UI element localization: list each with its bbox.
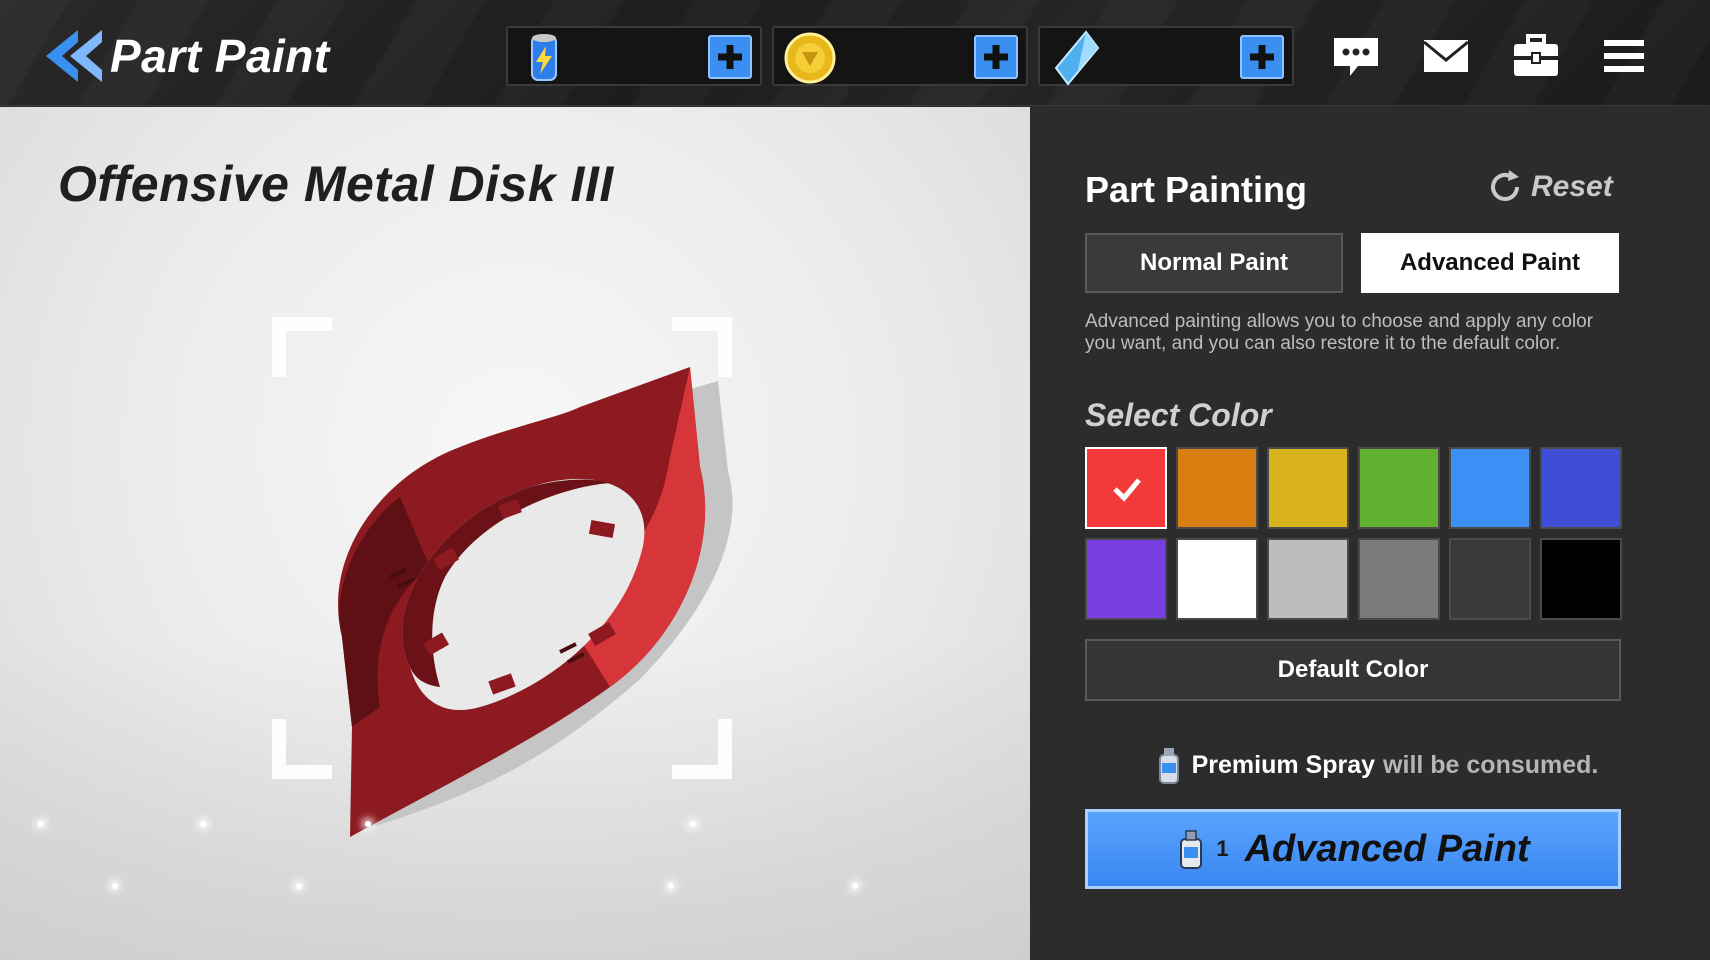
gold-coin-icon [784,32,836,84]
page-title: Part Paint [110,30,330,82]
energy-can-icon [531,34,557,81]
currency-crystal [1038,26,1294,86]
chat-icon[interactable] [1330,30,1382,82]
checkmark-icon [1113,478,1141,502]
panel-title: Part Painting [1085,169,1308,210]
part-preview[interactable]: Offensive Metal Disk III [0,107,1030,960]
sparkle [365,821,371,827]
color-swatch[interactable] [1267,447,1349,529]
paint-panel: Part Painting Reset Normal Paint Advance… [1031,107,1710,960]
color-swatch[interactable] [1540,538,1622,620]
color-swatch[interactable] [1449,447,1531,529]
part-name: Offensive Metal Disk III [58,156,614,212]
paint-description: Advanced painting allows you to choose a… [1085,311,1594,354]
consume-note: will be consumed. [1383,750,1599,779]
sparkle [112,883,118,889]
color-swatch[interactable] [1358,447,1440,529]
mail-icon[interactable] [1420,30,1472,82]
double-chevron-left-icon [46,30,102,82]
back-button[interactable] [44,28,106,84]
reset-label: Reset [1531,170,1613,203]
color-swatch[interactable] [1085,447,1167,529]
color-swatch[interactable] [1085,538,1167,620]
tab-normal-paint[interactable]: Normal Paint [1085,233,1343,293]
color-swatch[interactable] [1267,538,1349,620]
add-energy-button[interactable] [708,35,752,79]
toolbox-icon[interactable] [1510,30,1562,82]
color-swatch[interactable] [1449,538,1531,620]
consume-item-name: Premium Spray [1191,750,1376,779]
metal-disk-model [338,367,733,837]
sparkle [690,821,696,827]
sparkle [200,821,206,827]
refresh-icon [1491,170,1519,201]
add-crystal-button[interactable] [1240,35,1284,79]
currency-gold-coin [772,26,1028,86]
cost-count: 1 [1216,836,1229,861]
color-swatch[interactable] [1358,538,1440,620]
sparkle [38,821,44,827]
color-swatch[interactable] [1176,538,1258,620]
sparkle [852,883,858,889]
spray-can-icon [1158,748,1179,784]
currency-energy-can [506,26,762,86]
color-swatch[interactable] [1540,447,1622,529]
spray-can-icon [1180,830,1203,869]
tab-advanced-paint[interactable]: Advanced Paint [1361,233,1619,293]
add-gold-button[interactable] [974,35,1018,79]
sparkle [668,883,674,889]
select-color-label: Select Color [1085,397,1272,433]
top-bar: Part Paint [0,0,1710,106]
apply-label: Advanced Paint [1244,827,1530,870]
consume-notice: Premium Spray will be consumed. [1131,743,1621,787]
blue-crystal-icon [1054,30,1100,86]
advanced-paint-button[interactable]: 1 Advanced Paint [1085,809,1621,889]
default-color-button[interactable]: Default Color [1085,639,1621,701]
menu-icon[interactable] [1598,30,1650,82]
color-swatch[interactable] [1176,447,1258,529]
reset-button[interactable]: Reset [1487,167,1613,207]
sparkle [296,883,302,889]
